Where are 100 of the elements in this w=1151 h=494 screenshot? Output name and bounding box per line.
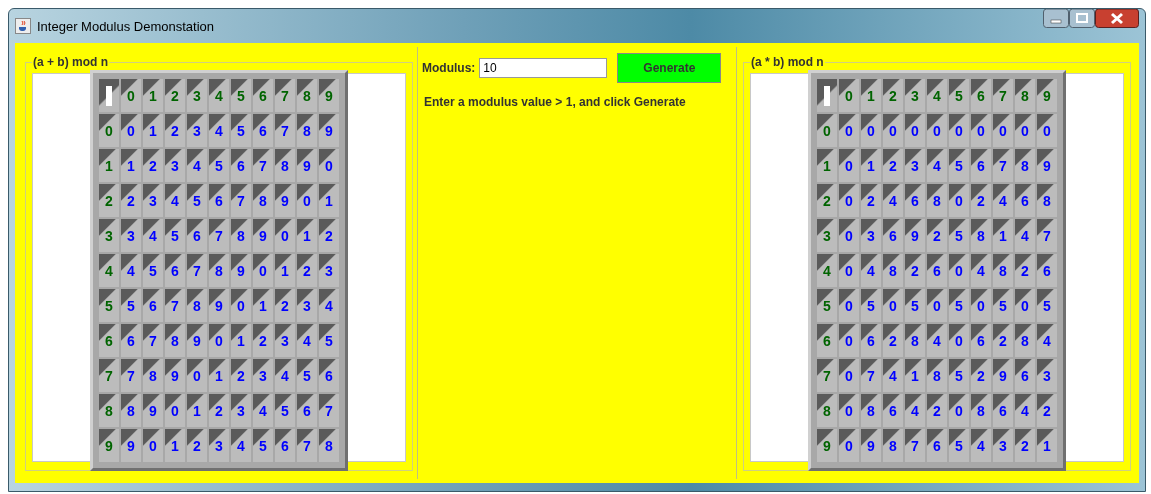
table-cell: 3: [297, 289, 317, 322]
table-cell: 0: [905, 114, 925, 147]
table-cell: 6: [993, 394, 1013, 427]
column-header: 3: [187, 79, 207, 112]
window-title: Integer Modulus Demonstation: [37, 18, 215, 34]
table-cell: 0: [319, 149, 339, 182]
table-cell: 0: [949, 184, 969, 217]
row-header: 4: [817, 254, 837, 287]
row-header: 5: [817, 289, 837, 322]
table-cell: 5: [949, 219, 969, 252]
panel-title: (a * b) mod n: [750, 55, 825, 69]
table-cell: 5: [231, 114, 251, 147]
table-cell: 3: [209, 429, 229, 462]
table-cell: 8: [187, 289, 207, 322]
table-cell: 2: [143, 149, 163, 182]
table-cell: 4: [883, 184, 903, 217]
corner-cell: [824, 85, 830, 106]
table-cell: 2: [927, 394, 947, 427]
row-header: 8: [817, 394, 837, 427]
minimize-icon[interactable]: [1043, 9, 1069, 28]
table-cell: 8: [231, 219, 251, 252]
table-cell: 7: [253, 149, 273, 182]
table-cell: 3: [905, 149, 925, 182]
table-cell: 4: [1015, 219, 1035, 252]
modulus-field[interactable]: 10: [479, 58, 608, 78]
column-header: 9: [319, 79, 339, 112]
table-cell: 0: [839, 289, 859, 322]
table-cell: 2: [971, 184, 991, 217]
table-cell: 0: [839, 254, 859, 287]
close-icon[interactable]: [1095, 9, 1139, 28]
table-cell: 8: [165, 324, 185, 357]
table-cell: 0: [275, 219, 295, 252]
table-cell: 8: [253, 184, 273, 217]
table-cell: 1: [209, 359, 229, 392]
table-cell: 8: [971, 219, 991, 252]
table-cell: 1: [165, 429, 185, 462]
table-cell: 0: [927, 114, 947, 147]
table-cell: 0: [1015, 114, 1035, 147]
table-cell: 5: [319, 324, 339, 357]
column-header: 1: [143, 79, 163, 112]
table-cell: 6: [1037, 254, 1057, 287]
table-cell: 8: [121, 394, 141, 427]
table-cell: 6: [297, 394, 317, 427]
table-cell: 3: [1037, 359, 1057, 392]
table-cell: 2: [231, 359, 251, 392]
generate-button[interactable]: Generate: [617, 53, 722, 83]
table-cell: 6: [187, 219, 207, 252]
table-cell: 4: [121, 254, 141, 287]
table-cell: 1: [993, 219, 1013, 252]
table-cell: 9: [905, 219, 925, 252]
column-header: 7: [993, 79, 1013, 112]
column-header: 2: [165, 79, 185, 112]
table-cell: 0: [839, 114, 859, 147]
table-cell: 7: [1037, 219, 1057, 252]
table-cell: 6: [319, 359, 339, 392]
table-cell: 4: [231, 429, 251, 462]
table-cell: 4: [905, 394, 925, 427]
table-cell: 0: [253, 254, 273, 287]
table-cell: 0: [209, 324, 229, 357]
table-cell: 2: [187, 429, 207, 462]
table-cell: 5: [949, 429, 969, 462]
column-header: 6: [253, 79, 273, 112]
table-cell: 7: [231, 184, 251, 217]
table-cell: 0: [883, 114, 903, 147]
column-header: 6: [971, 79, 991, 112]
table-cell: 3: [143, 184, 163, 217]
table-cell: 0: [839, 184, 859, 217]
table-cell: 6: [971, 149, 991, 182]
table-cell: 8: [209, 254, 229, 287]
table-cell: 4: [165, 184, 185, 217]
table-cell: 8: [905, 324, 925, 357]
table-cell: 6: [209, 184, 229, 217]
row-header: 3: [817, 219, 837, 252]
table-cell: 5: [209, 149, 229, 182]
table-cell: 2: [1015, 429, 1035, 462]
column-header: 7: [275, 79, 295, 112]
table-cell: 4: [993, 184, 1013, 217]
table-cell: 7: [319, 394, 339, 427]
table-cell: 5: [275, 394, 295, 427]
table-cell: 7: [187, 254, 207, 287]
table-cell: 2: [883, 149, 903, 182]
column-header: 4: [927, 79, 947, 112]
column-header: 0: [839, 79, 859, 112]
table-cell: 3: [187, 114, 207, 147]
table-cell: 3: [253, 359, 273, 392]
corner-cell: [106, 85, 112, 106]
table-cell: 5: [993, 289, 1013, 322]
table-cell: 5: [861, 289, 881, 322]
table-cell: 1: [861, 149, 881, 182]
row-header: 0: [817, 114, 837, 147]
table-cell: 8: [319, 429, 339, 462]
maximize-icon[interactable]: [1069, 9, 1095, 28]
table-cell: 9: [143, 394, 163, 427]
table-cell: 0: [1015, 289, 1035, 322]
table-cell: 2: [275, 289, 295, 322]
table-cell: 2: [209, 394, 229, 427]
table-cell: 8: [927, 359, 947, 392]
panel-title: (a + b) mod n: [32, 55, 109, 69]
table-cell: 7: [993, 149, 1013, 182]
row-header: 5: [99, 289, 119, 322]
